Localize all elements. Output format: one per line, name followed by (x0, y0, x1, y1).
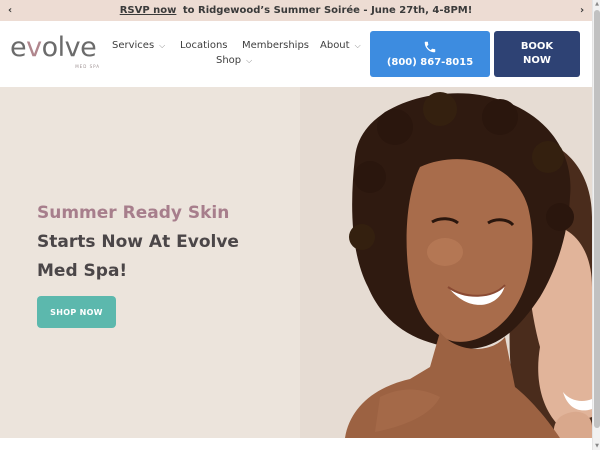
nav-item-services[interactable]: Services ⌵ (112, 40, 165, 51)
hero-headline-line1: Summer Ready Skin (37, 203, 230, 223)
book-now-button[interactable]: BOOK NOW (494, 31, 580, 77)
scrollbar-thumb[interactable] (594, 10, 600, 428)
nav-item-locations[interactable]: Locations (180, 40, 228, 51)
chevron-down-icon: ⌵ (246, 55, 253, 65)
hero-headline: Summer Ready Skin Starts Now At Evolve M… (37, 199, 287, 286)
site-header: evolve MED SPA Services ⌵ Locations Memb… (0, 21, 592, 87)
nav-item-about[interactable]: About ⌵ (320, 40, 361, 51)
logo-subtitle: MED SPA (75, 64, 100, 69)
evolve-logo[interactable]: evolve MED SPA (10, 33, 102, 77)
main-nav: Services ⌵ Locations Memberships About ⌵… (108, 37, 370, 73)
phone-icon (424, 41, 436, 53)
call-phone-button[interactable]: (800) 867-8015 (370, 31, 490, 77)
chevron-down-icon: ⌵ (354, 40, 361, 50)
chevron-left-icon[interactable]: ‹ (2, 0, 18, 21)
announcement-bar: ‹ RSVP now to Ridgewood’s Summer Soirée … (0, 0, 592, 21)
nav-item-memberships[interactable]: Memberships (242, 40, 309, 51)
hero-headline-line2: Starts Now At Evolve (37, 232, 239, 252)
rsvp-link[interactable]: RSVP now (120, 5, 177, 16)
page-scrollbar[interactable]: ▲ ▼ (592, 0, 600, 450)
nav-item-shop[interactable]: Shop ⌵ (216, 55, 252, 66)
shop-now-button[interactable]: SHOP NOW (37, 296, 116, 328)
announcement-text: RSVP now to Ridgewood’s Summer Soirée - … (120, 5, 473, 16)
hero-banner: Summer Ready Skin Starts Now At Evolve M… (0, 87, 592, 438)
scroll-down-icon[interactable]: ▼ (593, 442, 600, 450)
next-section-edge (0, 438, 592, 450)
chevron-down-icon: ⌵ (159, 40, 166, 50)
chevron-right-icon[interactable]: › (574, 0, 590, 21)
book-label-line1: BOOK (520, 41, 554, 52)
scroll-up-icon[interactable]: ▲ (593, 0, 600, 8)
announcement-message: to Ridgewood’s Summer Soirée - June 27th… (182, 5, 473, 16)
logo-wordmark: evolve (10, 32, 97, 63)
phone-number: (800) 867-8015 (386, 57, 474, 68)
book-label-line2: NOW (523, 55, 551, 66)
hero-headline-line3: Med Spa! (37, 261, 128, 281)
